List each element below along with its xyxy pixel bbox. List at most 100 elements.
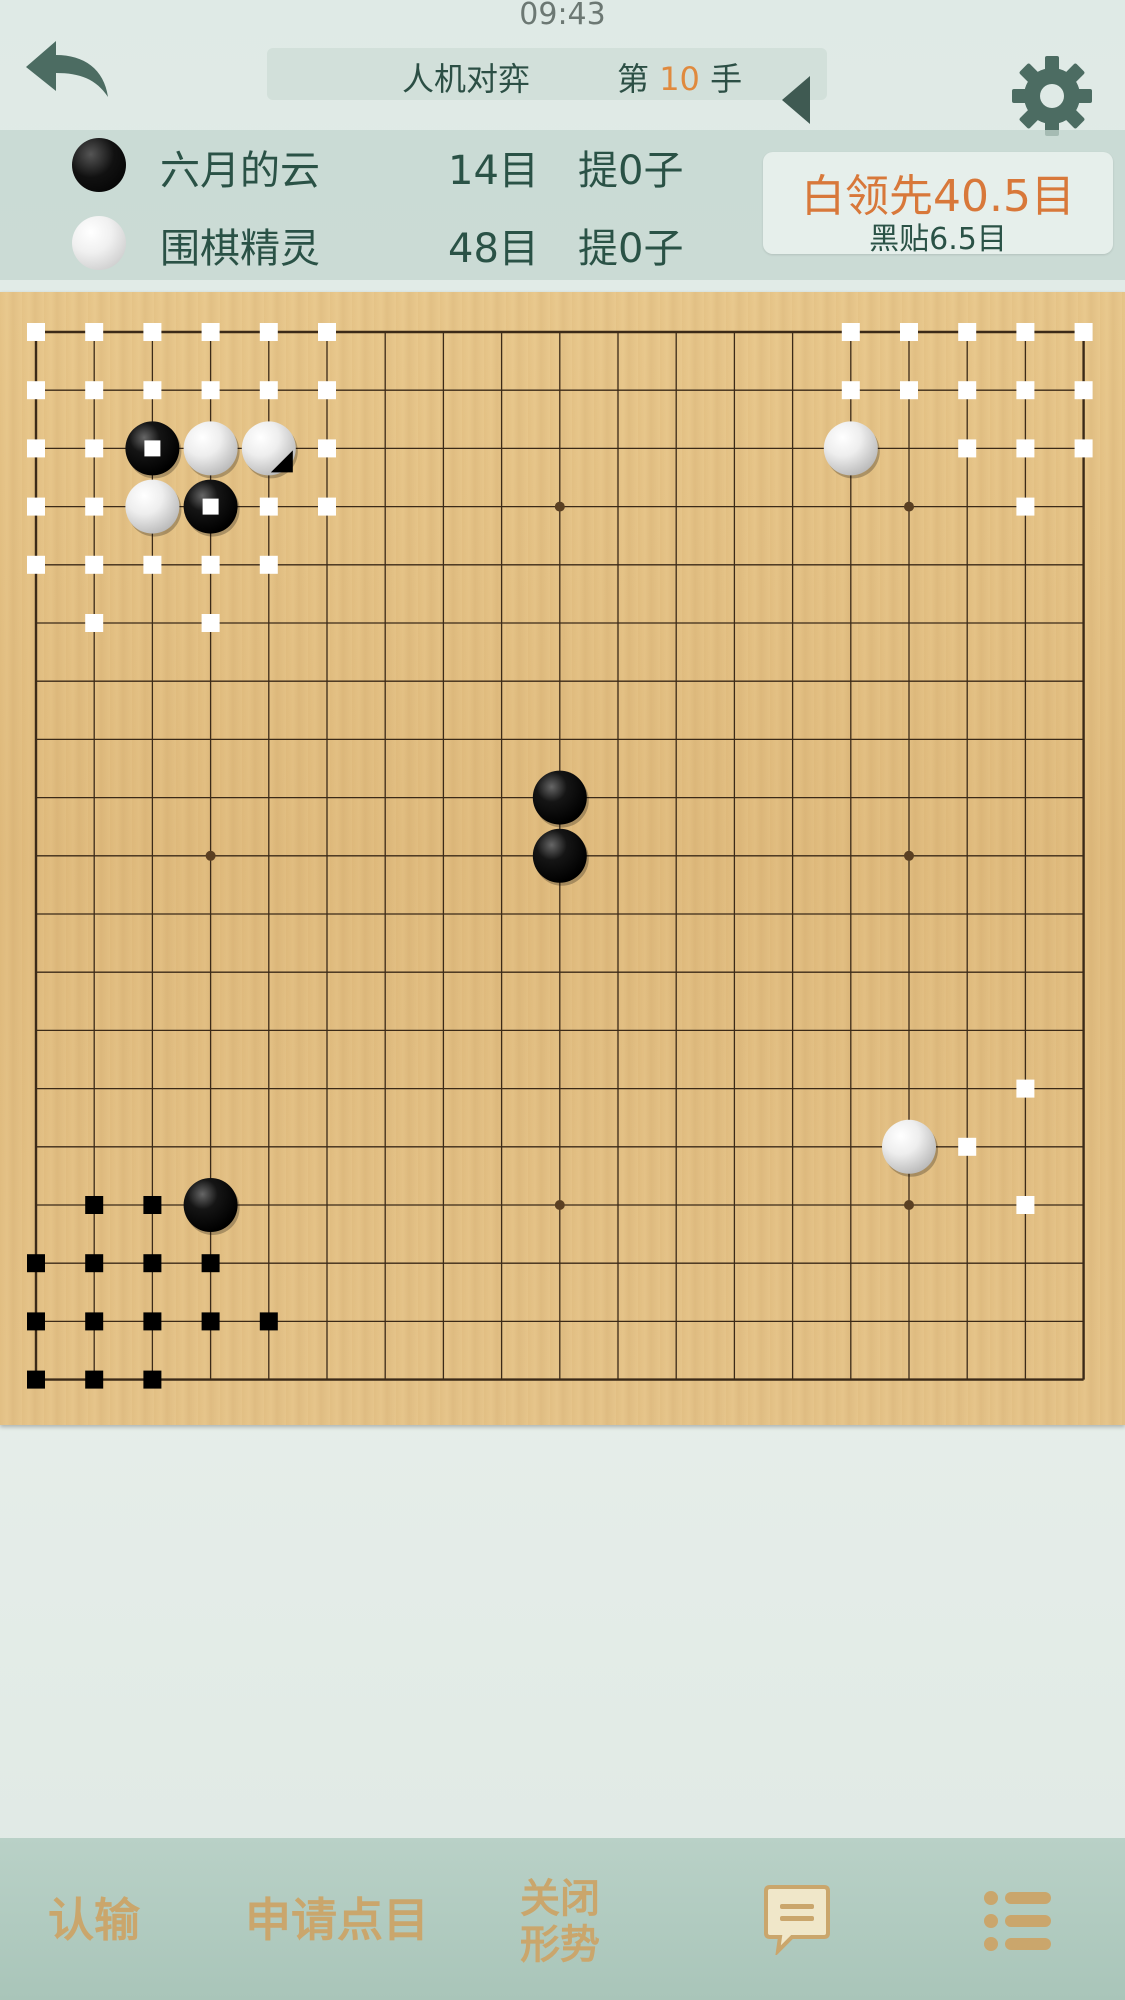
black-territory-marker — [201, 1312, 220, 1331]
black-territory-marker — [85, 1196, 104, 1214]
white-stone — [183, 421, 238, 476]
black-territory-marker — [143, 1370, 162, 1389]
black-territory-marker — [143, 1254, 162, 1273]
player-white-score: 48目 — [448, 226, 539, 272]
black-territory-marker — [85, 1312, 104, 1331]
white-territory-marker — [85, 614, 104, 632]
star-point — [904, 501, 914, 512]
star-point — [904, 850, 914, 861]
white-territory-marker — [1016, 497, 1035, 516]
gear-icon — [1012, 56, 1092, 136]
star-point — [554, 501, 565, 512]
white-territory-marker — [958, 381, 977, 400]
black-territory-marker — [201, 1254, 220, 1273]
white-territory-marker — [201, 614, 220, 632]
white-territory-marker — [143, 323, 162, 341]
close-analysis-button[interactable]: 关闭 形势 — [510, 1876, 610, 1968]
white-territory-marker — [318, 323, 336, 341]
white-territory-marker — [1074, 381, 1093, 400]
top-bar: 人机对弈 第 10 手 — [0, 30, 1125, 136]
white-territory-marker — [1016, 323, 1035, 341]
back-arrow-icon — [26, 41, 108, 97]
lead-summary: 白领先40.5目 黑贴6.5目 — [763, 152, 1113, 257]
white-territory-marker — [841, 381, 860, 400]
move-suffix: 手 — [710, 60, 743, 98]
white-territory-marker — [143, 381, 162, 400]
black-stone — [183, 1178, 238, 1232]
white-stone — [823, 421, 878, 476]
move-counter: 第 10 手 — [617, 54, 742, 100]
request-count-button[interactable]: 申请点目 — [245, 1884, 429, 1950]
white-territory-marker — [1016, 381, 1035, 400]
white-stone — [882, 1119, 936, 1174]
white-territory-marker — [841, 323, 860, 341]
white-territory-marker — [958, 323, 977, 341]
white-territory-marker — [27, 497, 45, 516]
white-territory-marker — [27, 323, 45, 341]
white-territory-marker — [201, 555, 220, 574]
white-territory-marker — [900, 323, 918, 341]
star-point — [904, 1200, 914, 1210]
score-panel: 六月的云 14目 提0子 围棋精灵 48目 提0子 白领先40.5目 黑贴6.5… — [0, 130, 1125, 280]
back-button[interactable] — [20, 35, 115, 105]
white-territory-marker — [201, 323, 220, 341]
menu-button[interactable] — [983, 1890, 1053, 1952]
white-territory-marker — [143, 555, 162, 574]
white-territory-marker — [85, 381, 104, 400]
white-territory-marker — [259, 555, 278, 574]
board-canvas[interactable] — [0, 292, 1125, 1425]
player-white-row: 围棋精灵 48目 提0子 — [0, 208, 720, 278]
white-territory-marker — [1074, 439, 1093, 458]
black-territory-marker — [143, 1196, 162, 1214]
black-territory-marker — [27, 1254, 45, 1273]
white-territory-marker — [1016, 439, 1035, 458]
white-territory-marker — [318, 381, 336, 400]
star-point — [205, 850, 216, 861]
list-menu-icon — [984, 1891, 1051, 1951]
black-stone — [532, 828, 587, 883]
go-board[interactable] — [0, 292, 1125, 1425]
player-black-captures: 提0子 — [578, 148, 684, 194]
player-black-row: 六月的云 14目 提0子 — [0, 130, 720, 200]
white-territory-marker — [958, 1137, 977, 1156]
black-stone-icon — [72, 138, 126, 192]
white-territory-marker — [27, 381, 45, 400]
close-analysis-line2: 形势 — [520, 1922, 600, 1968]
star-point — [554, 1200, 565, 1210]
black-territory-marker — [27, 1312, 45, 1331]
white-territory-marker — [85, 555, 104, 574]
player-white-name: 围棋精灵 — [160, 226, 320, 272]
white-territory-marker — [85, 439, 104, 458]
move-prefix: 第 — [617, 60, 650, 98]
white-territory-marker — [900, 381, 918, 400]
black-territory-marker — [259, 1312, 278, 1331]
chat-icon — [764, 1885, 830, 1957]
white-territory-marker — [85, 323, 104, 341]
white-territory-marker — [201, 381, 220, 400]
komi-text: 黑贴6.5目 — [869, 222, 1007, 257]
white-territory-marker — [85, 497, 104, 516]
resign-button[interactable]: 认输 — [48, 1884, 140, 1950]
settings-button[interactable] — [1008, 52, 1096, 140]
white-territory-marker — [259, 323, 278, 341]
chat-button[interactable] — [762, 1883, 832, 1957]
white-stone — [125, 479, 180, 534]
player-black-score: 14目 — [448, 148, 539, 194]
white-territory-marker — [318, 439, 336, 458]
black-territory-marker — [143, 1312, 162, 1331]
white-territory-marker — [259, 381, 278, 400]
bottom-toolbar: 认输 申请点目 关闭 形势 — [0, 1838, 1125, 2000]
white-stone-icon — [72, 216, 126, 270]
player-white-captures: 提0子 — [578, 226, 684, 272]
white-territory-marker — [1074, 323, 1093, 341]
black-territory-marker — [85, 1370, 104, 1389]
dead-stone-marker — [144, 440, 161, 457]
white-territory-marker — [27, 555, 45, 574]
white-territory-marker — [1016, 1079, 1035, 1098]
move-number: 10 — [659, 60, 700, 98]
triangle-left-icon — [782, 76, 810, 124]
title-bar: 人机对弈 第 10 手 — [267, 48, 827, 100]
black-territory-marker — [85, 1254, 104, 1273]
white-territory-marker — [259, 497, 278, 516]
previous-move-button[interactable] — [778, 70, 818, 130]
